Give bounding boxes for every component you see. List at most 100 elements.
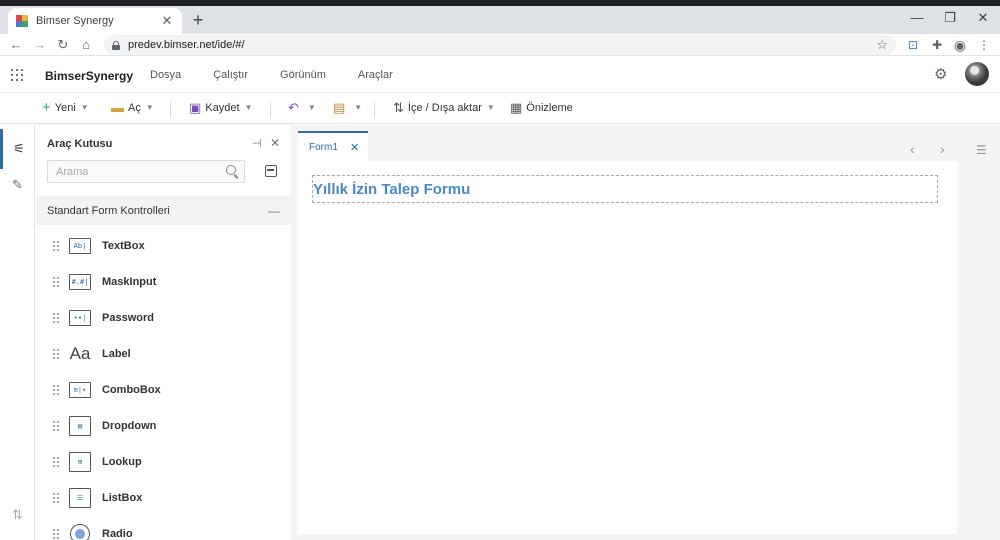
drag-handle-icon[interactable] <box>53 349 59 359</box>
url-text[interactable]: predev.bimser.net/ide/#/ <box>128 39 876 51</box>
menu-araclar[interactable]: Araçlar <box>358 69 393 81</box>
chevron-down-icon: ▼ <box>354 103 363 112</box>
form-title-element[interactable]: Yıllık İzin Talep Formu <box>312 175 938 203</box>
minimize-button[interactable]: — <box>907 10 927 25</box>
translate-extension-icon[interactable]: ⊡ <box>904 36 922 54</box>
undo-button[interactable]: ↶ ▼ <box>288 101 316 114</box>
browser-tab-bar: Bimser Synergy ✕ + — ❐ ✕ <box>0 6 1000 34</box>
app-launcher-grid-icon[interactable] <box>11 69 23 81</box>
toolbox-panel: Araç Kutusu ⊣ ✕ Standart Form Kontroller… <box>36 125 291 540</box>
drag-handle-icon[interactable] <box>53 493 59 503</box>
profile-icon[interactable]: ◉ <box>951 36 969 54</box>
toolbox-rail-icon[interactable]: ⚟ <box>0 129 35 169</box>
chevron-down-icon: ▼ <box>80 103 89 112</box>
chevron-right-icon[interactable]: › <box>940 141 945 157</box>
chevron-left-icon[interactable]: ‹ <box>910 141 915 157</box>
main-menu: Dosya Çalıştır Görünüm Araçlar <box>150 69 425 81</box>
tab-form1[interactable]: Form1 ✕ <box>298 131 368 161</box>
app-brand: BimserSynergy <box>45 69 134 83</box>
settings-gear-icon[interactable]: ⚙ <box>934 65 947 83</box>
tab-close-icon[interactable]: ✕ <box>160 13 174 29</box>
menu-gorunum[interactable]: Görünüm <box>280 69 326 81</box>
minus-icon[interactable]: — <box>268 204 280 218</box>
chevron-down-icon: ▼ <box>307 103 316 112</box>
open-button[interactable]: ▬ Aç ▼ <box>111 101 154 114</box>
pin-icon[interactable]: ⊣ <box>252 137 262 150</box>
control-combobox[interactable]: ≡|▾ ComboBox <box>36 372 291 408</box>
control-dropdown[interactable]: ▤ Dropdown <box>36 408 291 444</box>
preview-button-label: Önizleme <box>526 101 573 114</box>
import-export-icon: ⇅ <box>393 100 404 115</box>
extensions-puzzle-icon[interactable]: ✚ <box>928 36 946 54</box>
toolbox-search-input[interactable] <box>47 160 245 183</box>
lock-icon <box>112 40 120 50</box>
chevron-down-icon: ▼ <box>145 103 154 112</box>
new-tab-button[interactable]: + <box>188 11 208 29</box>
control-label-item[interactable]: Aa Label <box>36 336 291 372</box>
control-label: TextBox <box>102 240 145 252</box>
drag-handle-icon[interactable] <box>53 241 59 251</box>
paste-button[interactable]: ▤ ▼ <box>333 101 362 114</box>
plus-icon: + <box>42 99 51 116</box>
close-tab-icon[interactable]: ✕ <box>350 141 368 154</box>
open-button-label: Aç <box>128 101 141 114</box>
control-maskinput[interactable]: #.#| MaskInput <box>36 264 291 300</box>
omnibox[interactable]: predev.bimser.net/ide/#/ ☆ <box>104 35 896 55</box>
properties-panel-icon[interactable]: ☰ <box>976 143 987 157</box>
reload-icon[interactable]: ↻ <box>55 36 71 53</box>
preview-icon: ▦ <box>510 100 523 115</box>
form-canvas[interactable]: Yıllık İzin Talep Formu <box>298 161 957 534</box>
control-password[interactable]: ••| Password <box>36 300 291 336</box>
drag-handle-icon[interactable] <box>53 277 59 287</box>
collapse-all-icon[interactable] <box>265 165 277 177</box>
back-icon[interactable]: ← <box>8 36 24 53</box>
restore-button[interactable]: ❐ <box>940 10 960 26</box>
section-standard-controls[interactable]: Standart Form Kontrolleri — <box>36 196 291 225</box>
drag-handle-icon[interactable] <box>53 313 59 323</box>
home-icon[interactable]: ⌂ <box>78 36 94 53</box>
preview-button[interactable]: ▦ Önizleme <box>510 101 573 114</box>
section-label: Standart Form Kontrolleri <box>47 204 170 217</box>
control-label: Radio <box>102 528 133 540</box>
label-icon: Aa <box>69 344 91 363</box>
address-bar: ← → ↻ ⌂ predev.bimser.net/ide/#/ ☆ ⊡ ✚ ◉… <box>0 34 1000 56</box>
browser-menu-icon[interactable]: ⋮ <box>975 36 993 54</box>
doc-tab-label: Form1 <box>309 141 338 153</box>
flow-rail-icon[interactable]: ⇅ <box>0 495 35 535</box>
drag-handle-icon[interactable] <box>53 421 59 431</box>
drag-handle-icon[interactable] <box>53 529 59 539</box>
drag-handle-icon[interactable] <box>53 385 59 395</box>
menu-calistir[interactable]: Çalıştır <box>213 69 248 81</box>
bookmark-star-icon[interactable]: ☆ <box>876 37 888 53</box>
browser-tab[interactable]: Bimser Synergy ✕ <box>8 8 182 34</box>
search-icon[interactable] <box>226 165 236 175</box>
controls-list: Ab| TextBox #.#| MaskInput ••| Password … <box>36 228 291 540</box>
control-label: Password <box>102 312 154 324</box>
control-listbox[interactable]: ☰ ListBox <box>36 480 291 516</box>
textbox-icon: Ab| <box>69 238 91 254</box>
menu-dosya[interactable]: Dosya <box>150 69 181 81</box>
drag-handle-icon[interactable] <box>53 457 59 467</box>
import-export-button[interactable]: ⇅ İçe / Dışa aktar ▼ <box>393 101 495 114</box>
forward-icon[interactable]: → <box>32 36 48 53</box>
new-button-label: Yeni <box>54 101 76 114</box>
paint-rail-icon[interactable]: ✎ <box>0 165 35 205</box>
toolbar-divider <box>374 102 375 118</box>
clipboard-icon: ▤ <box>333 100 346 115</box>
folder-icon: ▬ <box>111 100 124 115</box>
import-export-label: İçe / Dışa aktar <box>407 101 482 114</box>
control-label: Label <box>102 348 131 360</box>
save-button[interactable]: ▣ Kaydet ▼ <box>189 101 252 114</box>
new-button[interactable]: + Yeni ▼ <box>42 99 89 116</box>
control-lookup[interactable]: ⊞ Lookup <box>36 444 291 480</box>
control-radio[interactable]: Radio <box>36 516 291 540</box>
save-button-label: Kaydet <box>205 101 240 114</box>
close-icon[interactable]: ✕ <box>270 136 280 150</box>
user-avatar[interactable] <box>965 62 989 86</box>
document-tabs: Form1 ✕ ‹ › <box>298 129 949 161</box>
control-textbox[interactable]: Ab| TextBox <box>36 228 291 264</box>
close-window-button[interactable]: ✕ <box>973 10 993 26</box>
app-header: BimserSynergy Dosya Çalıştır Görünüm Ara… <box>0 57 1000 93</box>
control-label: Lookup <box>102 456 142 468</box>
left-rail: ⚟ ✎ ⇅ <box>0 125 35 540</box>
